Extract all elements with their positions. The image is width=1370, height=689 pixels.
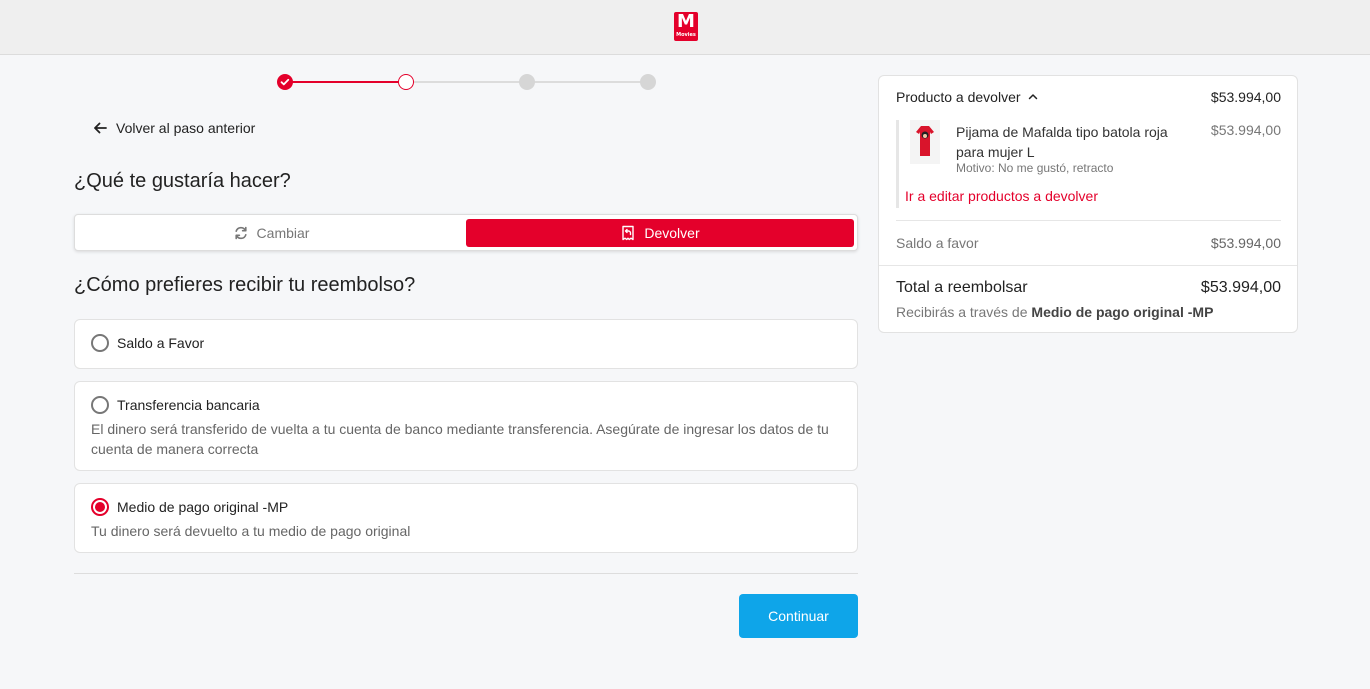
back-link-label: Volver al paso anterior [116, 120, 256, 136]
refund-option-label: Medio de pago original -MP [117, 499, 289, 515]
refund-option-description: Tu dinero será devuelto a tu medio de pa… [91, 523, 411, 539]
progress-stepper [277, 74, 657, 92]
action-toggle: Cambiar Devolver [74, 214, 858, 251]
total-label: Total a reembolsar [896, 279, 1028, 296]
continue-button[interactable]: Continuar [739, 594, 858, 638]
refund-option-transferencia[interactable]: Transferencia bancaria El dinero será tr… [74, 381, 858, 471]
total-value: $53.994,00 [1200, 279, 1281, 296]
logo-letter: M [677, 11, 695, 32]
arrow-left-icon [94, 122, 107, 134]
brand-logo[interactable]: M Movies [674, 12, 698, 41]
step-2-current [398, 74, 414, 90]
refund-option-label: Transferencia bancaria [117, 397, 260, 413]
divider [74, 573, 858, 574]
refund-channel-prefix: Recibirás a través de [896, 304, 1032, 320]
product-indent-bar [896, 120, 899, 208]
return-option-label: Devolver [644, 225, 700, 241]
step-3-pending [519, 74, 535, 90]
return-receipt-icon [622, 225, 635, 241]
products-header-label: Producto a devolver [896, 89, 1021, 105]
radio-transferencia[interactable] [91, 396, 109, 414]
logo-wordmark: Movies [676, 32, 696, 38]
product-price: $53.994,00 [1210, 122, 1281, 138]
step-1-completed-check-icon [277, 74, 293, 90]
return-option[interactable]: Devolver [466, 219, 854, 247]
product-thumbnail [910, 120, 940, 164]
refund-option-medio-original[interactable]: Medio de pago original -MP Tu dinero ser… [74, 483, 858, 553]
step-4-pending [640, 74, 656, 90]
refund-option-saldo-a-favor[interactable]: Saldo a Favor [74, 319, 858, 369]
radio-saldo-a-favor[interactable] [91, 334, 109, 352]
exchange-option[interactable]: Cambiar [79, 219, 463, 247]
refund-option-description: El dinero será transferido de vuelta a t… [91, 421, 829, 457]
back-link[interactable]: Volver al paso anterior [92, 120, 255, 136]
refresh-icon [234, 226, 247, 240]
return-summary-panel: Producto a devolver $53.994,00 Pijama de… [878, 75, 1298, 333]
product-name: Pijama de Mafalda tipo batola roja para … [956, 124, 1168, 160]
exchange-option-label: Cambiar [256, 225, 310, 241]
radio-medio-original[interactable] [91, 498, 109, 516]
refund-option-label: Saldo a Favor [117, 335, 205, 351]
step-connector-done [285, 81, 406, 83]
action-question-title: ¿Qué te gustaría hacer? [74, 170, 291, 192]
chevron-up-icon [1028, 94, 1037, 100]
product-return-reason: Motivo: No me gustó, retracto [956, 161, 1114, 175]
saldo-label: Saldo a favor [896, 235, 979, 251]
refund-method-title: ¿Cómo prefieres recibir tu reembolso? [74, 274, 416, 296]
refund-channel-method: Medio de pago original -MP [1031, 304, 1214, 320]
edit-products-link[interactable]: Ir a editar productos a devolver [905, 188, 1098, 204]
saldo-value: $53.994,00 [1210, 235, 1281, 251]
products-toggle[interactable]: Producto a devolver [896, 89, 1039, 105]
divider [879, 265, 1297, 266]
top-bar: M Movies [0, 0, 1370, 55]
refund-channel-text: Recibirás a través de Medio de pago orig… [896, 304, 1213, 320]
divider [896, 220, 1281, 221]
products-header-price: $53.994,00 [1210, 89, 1281, 105]
